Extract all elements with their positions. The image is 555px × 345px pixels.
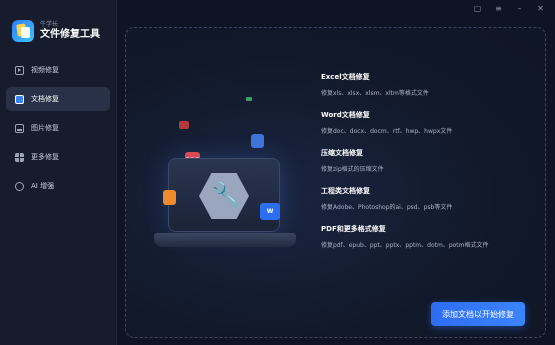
format-title: Word文档修复 <box>321 111 370 119</box>
file-tile-red-icon <box>179 121 189 129</box>
sidebar-item-ai-enhance[interactable]: AI 增强 <box>6 174 110 198</box>
document-tile-icon <box>251 134 264 148</box>
supported-formats-list: Excel文档修复 修复xls、xlsx、xlsm、xltm等格式文件 Word… <box>321 72 541 262</box>
zip-file-icon <box>163 190 176 205</box>
sidebar-item-label: 图片修复 <box>31 124 59 132</box>
sidebar-nav: 视频修复 文档修复 图片修复 更多修复 AI 增强 <box>6 58 110 203</box>
sidebar-item-more-repair[interactable]: 更多修复 <box>6 145 110 169</box>
window-controls: ▢ ≡ – ✕ <box>473 4 545 13</box>
format-item-pdf-more: PDF和更多格式修复 修复pdf、epub、ppt、pptx、pptm、dotm… <box>321 224 541 250</box>
brand: 牛学长 文件修复工具 <box>12 20 100 42</box>
format-title: Excel文档修复 <box>321 73 370 81</box>
format-description: 修复doc、docx、docm、rtf、hwp、hwpx文件 <box>321 128 453 135</box>
sidebar-item-document-repair[interactable]: 文档修复 <box>6 87 110 111</box>
repair-illustration: PDF 🔧 W <box>150 95 300 255</box>
format-description: 修复xls、xlsx、xlsm、xltm等格式文件 <box>321 90 429 97</box>
brand-subtitle: 牛学长 <box>40 21 59 28</box>
laptop-base <box>154 233 296 247</box>
image-icon <box>15 123 24 133</box>
sidebar-item-label: 视频修复 <box>31 66 59 74</box>
format-title: 工程类文档修复 <box>321 187 370 195</box>
format-item-archive: 压缩文档修复 修复zip格式的压缩文件 <box>321 148 541 174</box>
sidebar-item-label: 更多修复 <box>31 153 59 161</box>
document-icon <box>15 94 24 104</box>
grid-icon <box>15 152 24 162</box>
format-item-word: Word文档修复 修复doc、docx、docm、rtf、hwp、hwpx文件 <box>321 110 541 136</box>
feedback-icon[interactable]: ▢ <box>473 4 482 13</box>
format-item-excel: Excel文档修复 修复xls、xlsx、xlsm、xltm等格式文件 <box>321 72 541 98</box>
close-icon[interactable]: ✕ <box>536 4 545 13</box>
sidebar-item-video-repair[interactable]: 视频修复 <box>6 58 110 82</box>
format-title: PDF和更多格式修复 <box>321 225 386 233</box>
brand-title: 文件修复工具 <box>40 29 100 40</box>
format-description: 修复Adobe、Photoshop的ai、psd、psb等文件 <box>321 204 453 211</box>
format-item-engineering: 工程类文档修复 修复Adobe、Photoshop的ai、psd、psb等文件 <box>321 186 541 212</box>
sidebar-item-label: AI 增强 <box>31 182 55 190</box>
minimize-icon[interactable]: – <box>515 4 524 13</box>
wrench-icon: 🔧 <box>211 181 241 209</box>
format-title: 压缩文档修复 <box>321 149 363 157</box>
sidebar-item-label: 文档修复 <box>31 95 59 103</box>
video-icon <box>15 65 24 75</box>
file-tile-green-icon <box>246 97 252 101</box>
format-description: 修复zip格式的压缩文件 <box>321 166 384 173</box>
add-document-button[interactable]: 添加文档以开始修复 <box>431 302 525 326</box>
word-file-icon: W <box>260 203 280 220</box>
sidebar-item-image-repair[interactable]: 图片修复 <box>6 116 110 140</box>
app-logo-icon <box>12 20 34 42</box>
brand-text: 牛学长 文件修复工具 <box>40 21 100 41</box>
format-description: 修复pdf、epub、ppt、pptx、pptm、dotm、potm格式文件 <box>321 242 489 249</box>
menu-icon[interactable]: ≡ <box>494 4 503 13</box>
ai-enhance-icon <box>15 181 24 191</box>
sidebar: 牛学长 文件修复工具 视频修复 文档修复 图片修复 更多修复 AI 增强 <box>0 0 117 345</box>
